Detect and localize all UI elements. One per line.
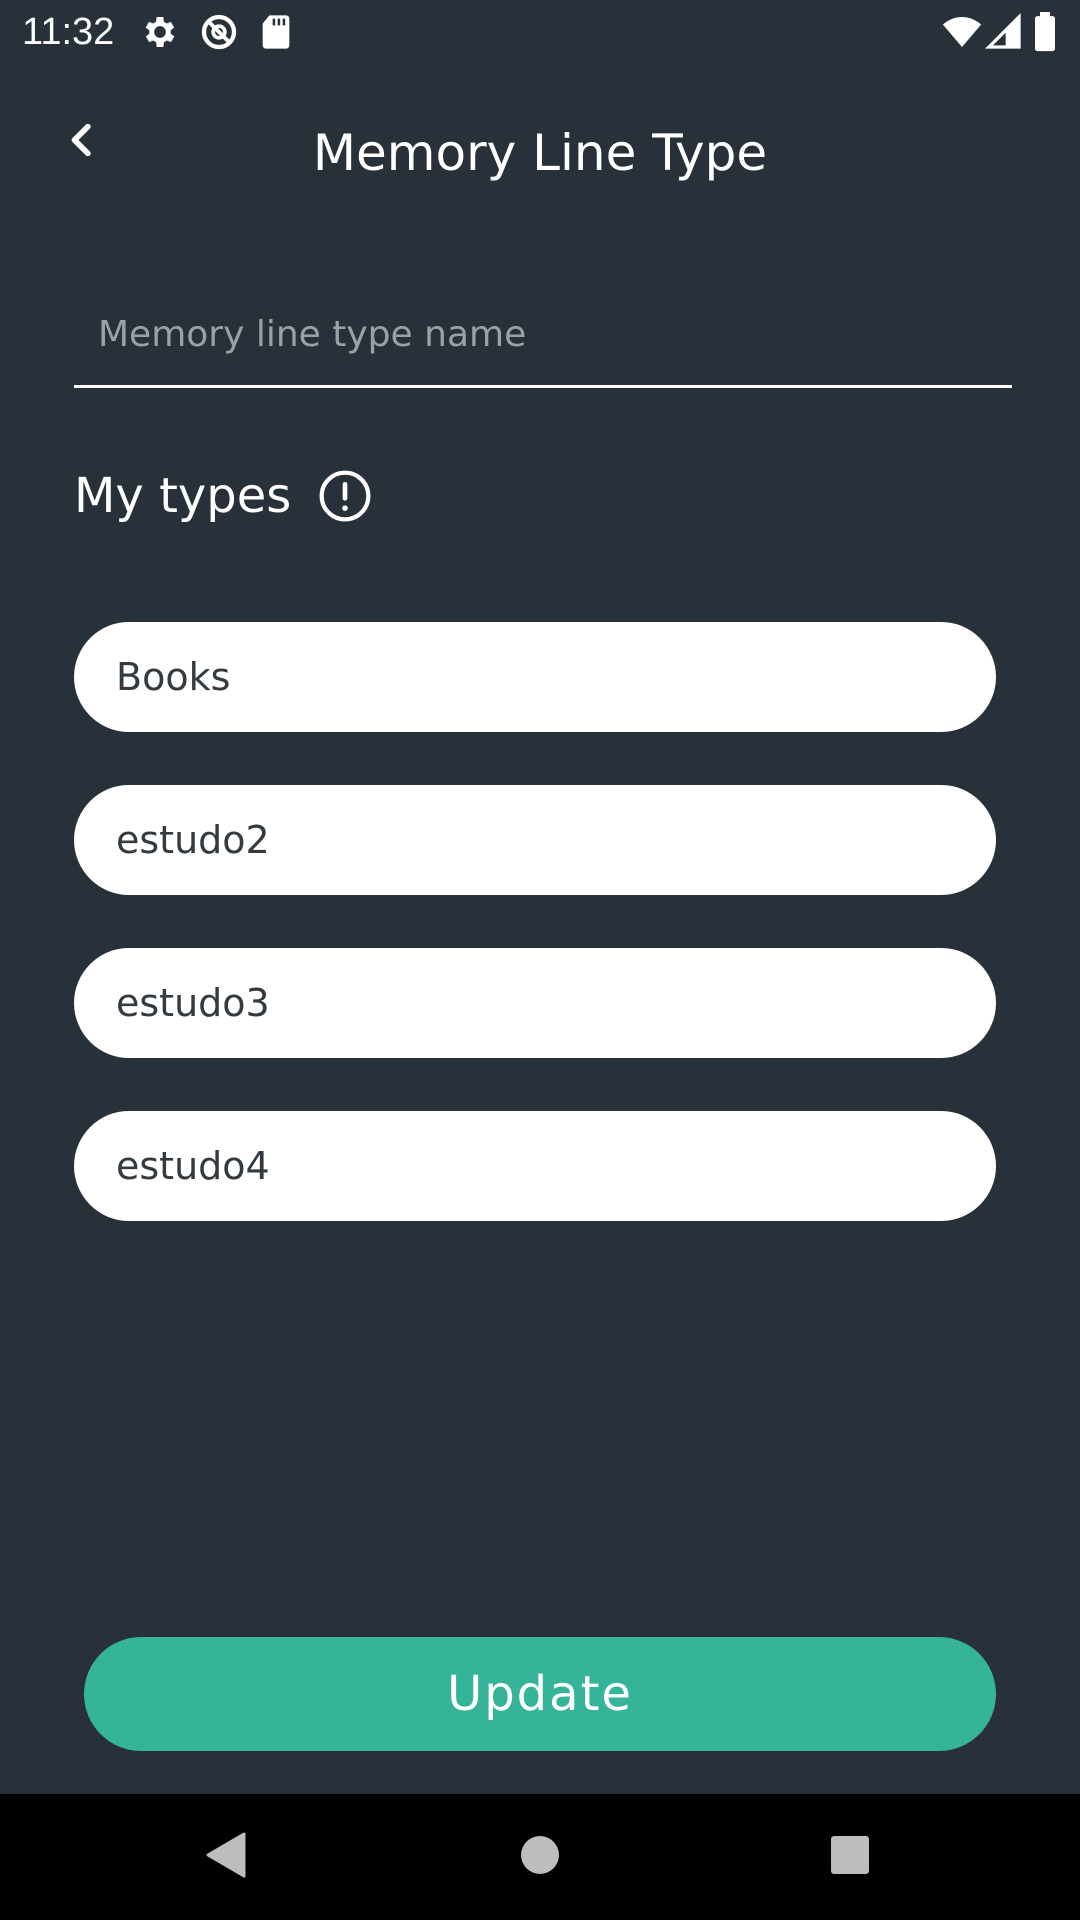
nav-home-button[interactable] bbox=[480, 1794, 600, 1920]
system-nav-bar bbox=[0, 1794, 1080, 1920]
status-bar: 11:32 bbox=[0, 0, 1080, 63]
home-circle-icon bbox=[518, 1833, 562, 1881]
page-title: Memory Line Type bbox=[312, 124, 768, 182]
type-item-estudo2[interactable]: estudo2 bbox=[74, 785, 996, 895]
my-types-header: My types bbox=[74, 460, 373, 532]
info-circle-icon[interactable] bbox=[317, 468, 373, 524]
type-name-field[interactable] bbox=[74, 295, 1012, 388]
sd-card-icon bbox=[256, 12, 296, 52]
screen: 11:32 Memory Line Type My types bbox=[0, 0, 1080, 1920]
type-name-input[interactable] bbox=[96, 305, 1000, 363]
type-item-label: estudo3 bbox=[116, 981, 270, 1025]
type-item-label: estudo4 bbox=[116, 1144, 270, 1188]
types-list: Books estudo2 estudo3 estudo4 bbox=[74, 622, 996, 1274]
type-item-estudo3[interactable]: estudo3 bbox=[74, 948, 996, 1058]
signal-icon bbox=[984, 12, 1024, 52]
back-triangle-icon bbox=[202, 1830, 248, 1884]
type-item-label: Books bbox=[116, 655, 231, 699]
recents-square-icon bbox=[829, 1834, 871, 1880]
nav-back-button[interactable] bbox=[165, 1794, 285, 1920]
wifi-icon bbox=[942, 12, 982, 52]
section-title: My types bbox=[74, 468, 292, 524]
battery-icon bbox=[1030, 12, 1060, 52]
status-time: 11:32 bbox=[22, 11, 115, 53]
type-item-estudo4[interactable]: estudo4 bbox=[74, 1111, 996, 1221]
gear-icon bbox=[140, 12, 180, 52]
update-button[interactable]: Update bbox=[84, 1637, 996, 1751]
data-saver-icon bbox=[199, 12, 239, 52]
type-item-label: estudo2 bbox=[116, 818, 270, 862]
nav-recents-button[interactable] bbox=[790, 1794, 910, 1920]
type-item-books[interactable]: Books bbox=[74, 622, 996, 732]
